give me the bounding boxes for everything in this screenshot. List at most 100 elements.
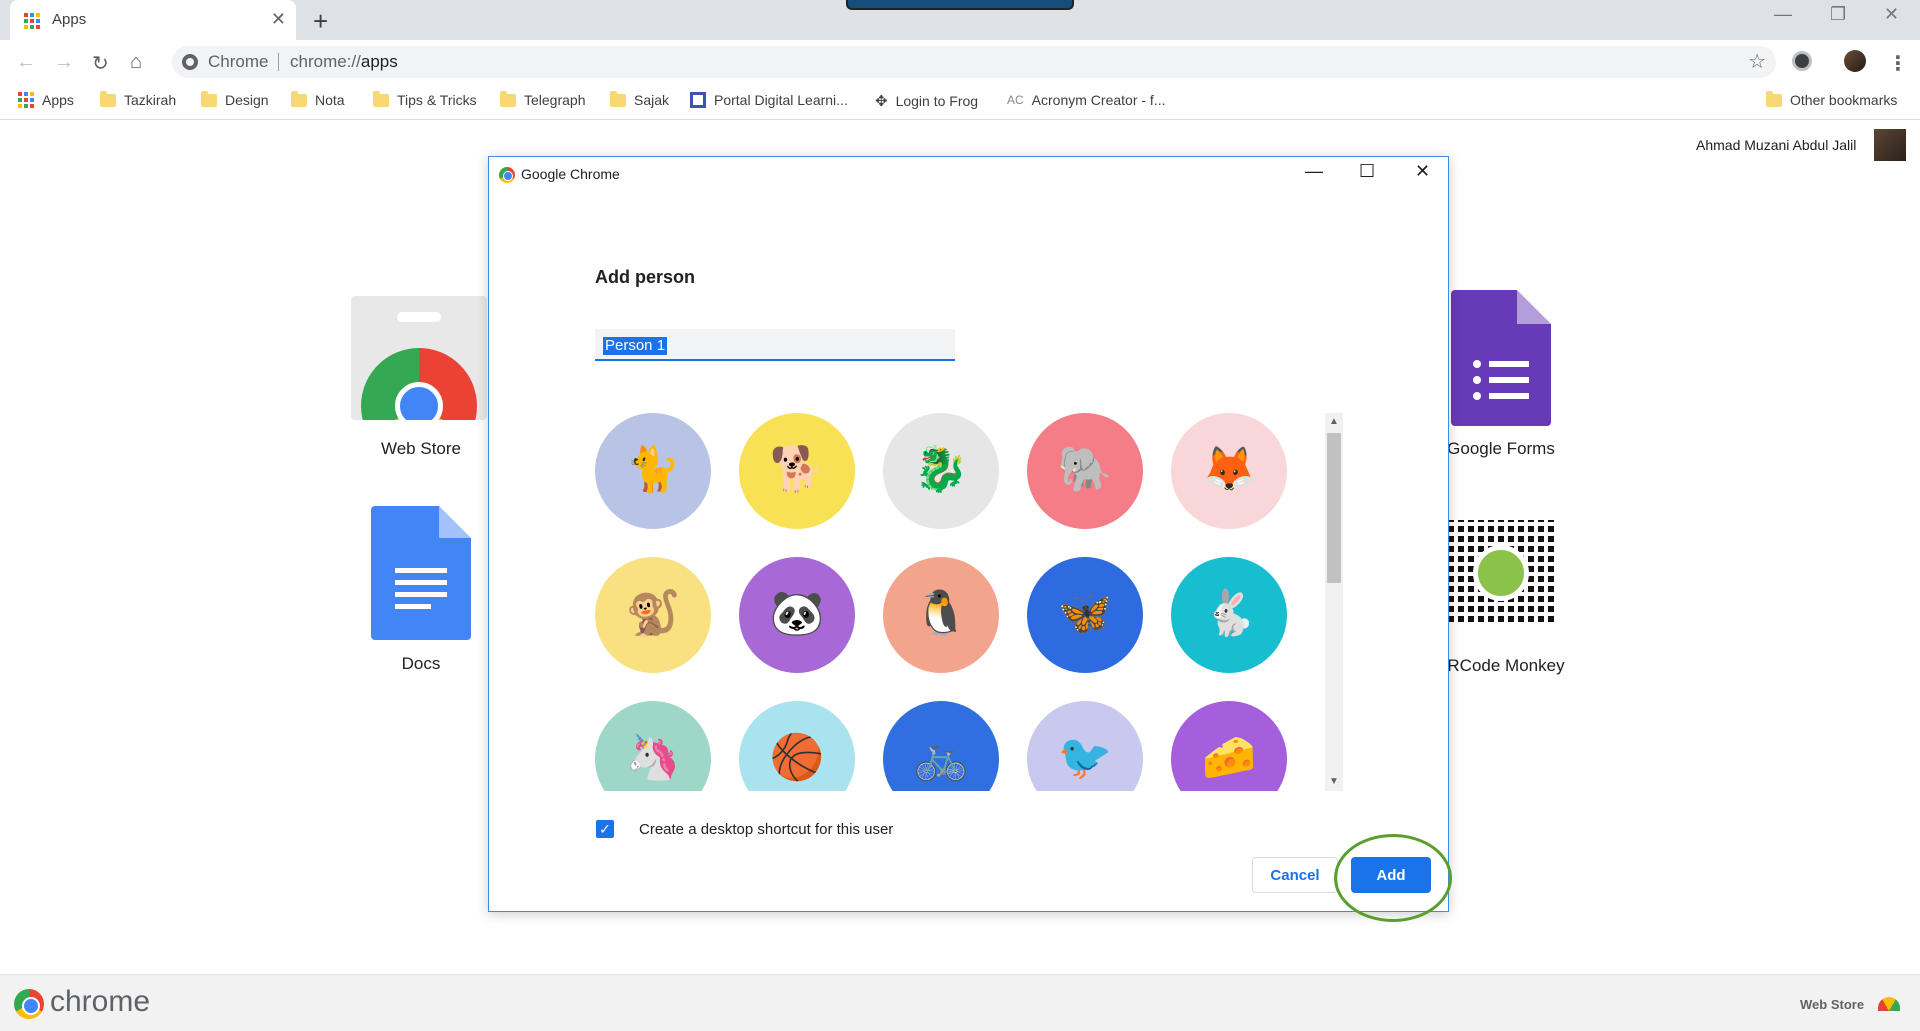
web-store-link[interactable]: Web Store xyxy=(1800,997,1864,1012)
folder-icon xyxy=(1766,90,1782,107)
tab-apps[interactable]: Apps ✕ xyxy=(10,0,296,40)
avatar-penguin[interactable]: 🐧 xyxy=(883,557,999,673)
avatar-unicorn[interactable]: 🦄 xyxy=(595,701,711,791)
profile-photo[interactable] xyxy=(1874,129,1906,161)
bookmark-label: Telegraph xyxy=(524,92,586,108)
profile-avatar-icon[interactable] xyxy=(1844,50,1866,72)
dialog-close-icon[interactable]: ✕ xyxy=(1415,161,1430,182)
bookmark-telegraph[interactable]: Telegraph xyxy=(500,90,586,108)
bookmark-star-icon[interactable]: ☆ xyxy=(1748,49,1766,74)
avatar-rabbit[interactable]: 🐇 xyxy=(1171,557,1287,673)
dialog-minimize-icon[interactable]: — xyxy=(1305,161,1323,182)
avatar-bird[interactable]: 🐦 xyxy=(1027,701,1143,791)
forward-icon[interactable]: → xyxy=(54,51,74,74)
bookmark-design[interactable]: Design xyxy=(201,90,269,108)
bookmark-label: Acronym Creator - f... xyxy=(1031,92,1166,108)
web-store-icon[interactable] xyxy=(1878,997,1900,1011)
minimize-icon[interactable]: — xyxy=(1774,4,1792,25)
scroll-up-icon[interactable]: ▲ xyxy=(1325,413,1343,431)
bookmark-label: Apps xyxy=(42,92,74,108)
chrome-logo-icon xyxy=(499,167,515,183)
cheese-icon: 🧀 xyxy=(1201,733,1257,782)
chrome-page-icon xyxy=(182,54,198,70)
scrollbar-thumb[interactable] xyxy=(1327,433,1341,583)
cat-icon: 🐈 xyxy=(625,445,681,494)
bookmark-portal-digital[interactable]: Portal Digital Learni... xyxy=(690,92,848,108)
avatar-monkey[interactable]: 🐒 xyxy=(595,557,711,673)
apps-grid-icon xyxy=(24,13,40,29)
avatar-cat[interactable]: 🐈 xyxy=(595,413,711,529)
bookmark-login-frog[interactable]: ✥ Login to Frog xyxy=(875,92,978,110)
unicorn-icon: 🦄 xyxy=(625,733,681,782)
bookmark-label: Login to Frog xyxy=(895,93,979,109)
address-bar[interactable]: Chrome chrome://apps ☆ xyxy=(172,46,1776,78)
dialog-maximize-icon[interactable]: ☐ xyxy=(1359,161,1375,182)
tab-title: Apps xyxy=(52,11,87,28)
avatar-panda[interactable]: 🐼 xyxy=(739,557,855,673)
penguin-icon: 🐧 xyxy=(913,589,969,638)
scroll-down-icon[interactable]: ▼ xyxy=(1325,773,1343,791)
dialog-heading: Add person xyxy=(595,267,696,287)
dragon-icon: 🐉 xyxy=(913,445,969,494)
avatar-bicycle[interactable]: 🚲 xyxy=(883,701,999,791)
docs-icon xyxy=(371,506,471,640)
new-tab-button[interactable]: + xyxy=(313,6,328,37)
omnibox-chip: Chrome xyxy=(208,52,269,71)
desktop-shortcut-checkbox[interactable]: ✓ xyxy=(596,820,614,838)
avatar-basketball[interactable]: 🏀 xyxy=(739,701,855,791)
folder-icon xyxy=(291,90,307,107)
desktop-shortcut-label[interactable]: Create a desktop shortcut for this user xyxy=(639,821,893,838)
bookmark-tips-tricks[interactable]: Tips & Tricks xyxy=(373,90,477,108)
avatar-cheese[interactable]: 🧀 xyxy=(1171,701,1287,791)
url-text[interactable]: chrome://apps xyxy=(290,52,398,72)
folder-icon xyxy=(500,90,516,107)
extension-icon[interactable] xyxy=(1792,51,1812,71)
reload-icon[interactable]: ↻ xyxy=(92,51,109,76)
add-person-dialog: Google Chrome — ☐ ✕ Add person Person 1 … xyxy=(488,156,1452,922)
person-name-selection: Person 1 xyxy=(603,337,668,355)
profile-name[interactable]: Ahmad Muzani Abdul Jalil xyxy=(1696,137,1856,153)
bottom-bar: chrome Web Store xyxy=(0,974,1920,1031)
bookmark-label: Tips & Tricks xyxy=(397,92,477,108)
menu-kebab-icon[interactable]: ⋮ xyxy=(1888,51,1908,76)
bookmark-label: Tazkirah xyxy=(124,92,177,108)
omnibox-separator xyxy=(278,53,279,71)
bookmark-nota[interactable]: Nota xyxy=(291,90,345,108)
back-icon[interactable]: ← xyxy=(16,51,36,74)
folder-icon xyxy=(610,90,626,107)
qrcode-monkey-icon xyxy=(1448,520,1554,626)
home-icon[interactable]: ⌂ xyxy=(130,51,142,74)
bookmark-tazkirah[interactable]: Tazkirah xyxy=(100,90,177,108)
bookmark-label: Sajak xyxy=(634,92,670,108)
panda-icon: 🐼 xyxy=(769,589,825,638)
basketball-icon: 🏀 xyxy=(769,733,825,782)
ac-icon: AC xyxy=(1007,93,1024,107)
apps-grid-icon xyxy=(18,92,34,108)
avatar-grid: 🐈 🐕 🐉 🐘 🦊 🐒 🐼 🐧 🦋 🐇 🦄 🏀 🚲 🐦 🧀 xyxy=(595,413,1331,791)
url-path: apps xyxy=(360,52,398,71)
url-scheme: chrome:// xyxy=(290,52,361,71)
tab-close-icon[interactable]: ✕ xyxy=(271,9,286,30)
avatar-dragon[interactable]: 🐉 xyxy=(883,413,999,529)
restore-icon[interactable]: ❐ xyxy=(1830,4,1846,25)
chrome-logo-icon xyxy=(14,989,44,1019)
avatar-butterfly[interactable]: 🦋 xyxy=(1027,557,1143,673)
bookmark-label: Portal Digital Learni... xyxy=(714,92,848,108)
cancel-button[interactable]: Cancel xyxy=(1252,857,1338,893)
folder-icon xyxy=(373,90,389,107)
bookmarks-bar: Apps Tazkirah Design Nota Tips & Tricks … xyxy=(0,84,1920,120)
bookmark-acronym-creator[interactable]: AC Acronym Creator - f... xyxy=(1007,92,1165,108)
avatar-fox[interactable]: 🦊 xyxy=(1171,413,1287,529)
elephant-icon: 🐘 xyxy=(1057,445,1113,494)
avatar-corgi[interactable]: 🐕 xyxy=(739,413,855,529)
frog-icon: ✥ xyxy=(875,93,888,110)
avatar-elephant[interactable]: 🐘 xyxy=(1027,413,1143,529)
bookmark-sajak[interactable]: Sajak xyxy=(610,90,670,108)
other-bookmarks[interactable]: Other bookmarks xyxy=(1766,90,1897,108)
fox-icon: 🦊 xyxy=(1201,445,1257,494)
bookmark-label: Nota xyxy=(315,92,345,108)
portal-icon xyxy=(690,92,706,108)
window-close-icon[interactable]: ✕ xyxy=(1884,4,1899,25)
bookmark-apps[interactable]: Apps xyxy=(18,92,74,108)
google-forms-icon xyxy=(1451,290,1551,426)
